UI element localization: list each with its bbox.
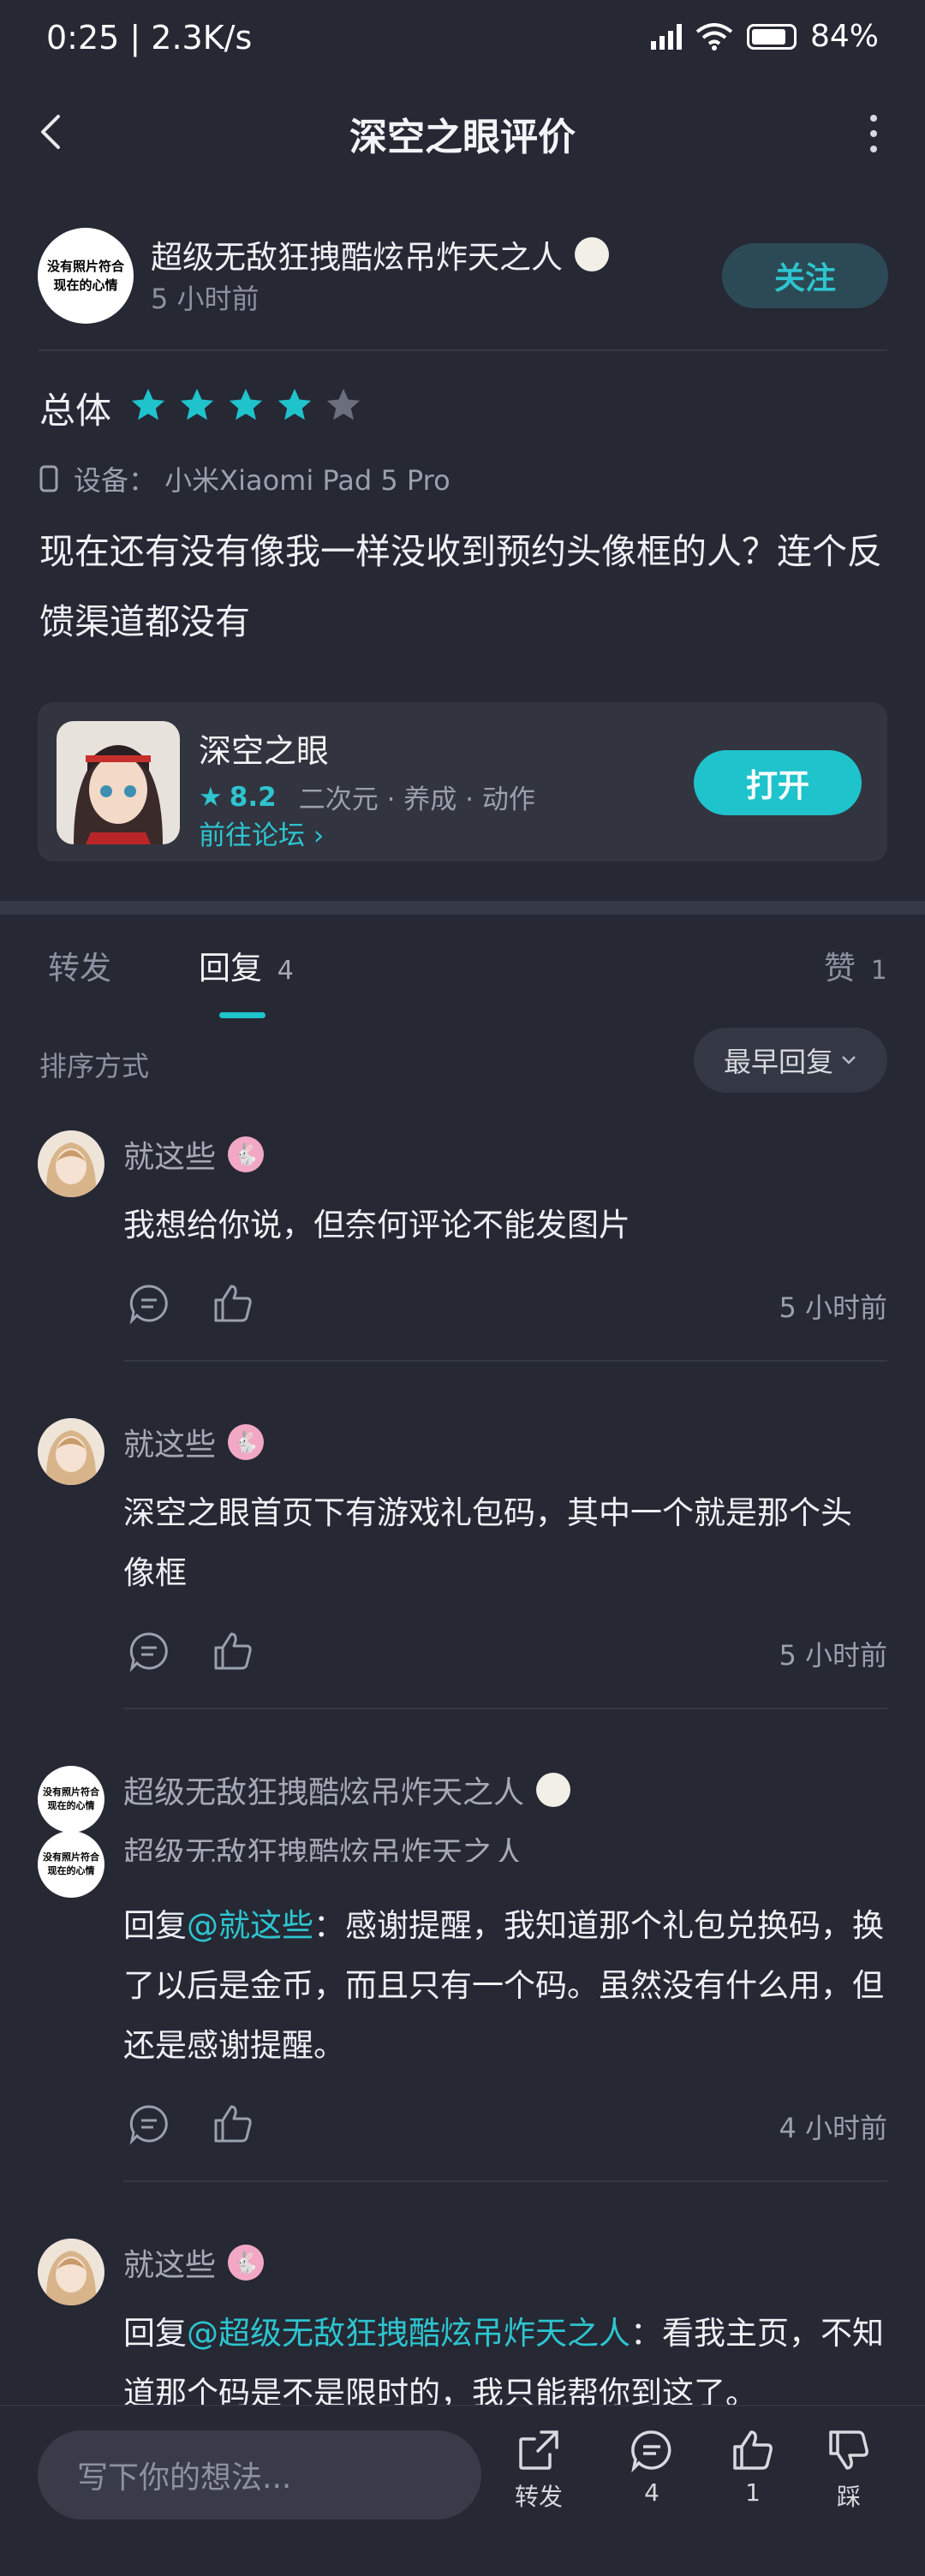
commenter-name[interactable]: 就这些 🐇 — [123, 1420, 265, 1464]
comment-time: 5 小时前 — [779, 1291, 887, 1324]
mention-link[interactable]: @超级无敌狂拽酷炫吊炸天之人 — [187, 2315, 630, 2352]
game-score: 8.2 — [229, 781, 277, 813]
wifi-icon — [695, 22, 733, 51]
user-badge-icon: 🐇 — [228, 1424, 265, 1460]
user-badge-icon — [575, 237, 609, 271]
follow-button[interactable]: 关注 — [722, 243, 888, 308]
game-name: 深空之眼 — [199, 732, 330, 770]
dislike-button[interactable]: 踩 — [802, 2427, 896, 2513]
divider — [123, 1708, 887, 1709]
status-time-speed: 0:25 | 2.3K/s — [46, 19, 253, 57]
comment-text: 我想给你说，但奈何评论不能发图片 — [123, 1207, 630, 1243]
review-text: 现在还有没有像我一样没收到预约头像框的人？连个反馈渠道都没有 — [39, 531, 882, 642]
section-divider — [0, 901, 925, 915]
battery-icon — [746, 23, 797, 50]
thumbs-down-icon — [829, 2430, 868, 2470]
game-card[interactable]: 深空之眼 ★ 8.2 二次元 · 养成 · 动作 前往论坛 › 打开 — [38, 702, 887, 862]
game-tags: 二次元 · 养成 · 动作 — [298, 784, 535, 815]
comment-actions: 5 小时前 — [127, 1279, 887, 1327]
reply-icon[interactable] — [127, 1281, 171, 1326]
repost-button[interactable]: 转发 — [492, 2427, 586, 2513]
commenter-avatar[interactable]: 没有照片符合 现在的心情 — [38, 1766, 104, 1833]
share-icon — [519, 2430, 558, 2470]
like-button[interactable]: 1 — [706, 2427, 800, 2507]
sort-label: 排序方式 — [39, 1050, 150, 1082]
comment-icon — [631, 2430, 671, 2473]
reply-icon[interactable] — [127, 2102, 171, 2146]
tab-like[interactable]: 赞 1 — [824, 942, 887, 988]
forum-link[interactable]: 前往论坛 › — [199, 814, 324, 852]
device-info: 设备： 小米Xiaomi Pad 5 Pro — [39, 459, 451, 498]
comment-time: 5 小时前 — [779, 1639, 887, 1672]
signal-icon — [650, 23, 682, 50]
thumbs-up-icon[interactable] — [211, 1281, 255, 1326]
battery-percent: 84% — [809, 19, 879, 54]
comment-text: 回复@就这些：感谢提醒，我知道那个礼包兑换码，换了以后是金币，而且只有一个码。虽… — [123, 1907, 884, 2064]
open-game-button[interactable]: 打开 — [694, 750, 862, 815]
tab-repost[interactable]: 转发 — [48, 942, 111, 988]
commenter-avatar[interactable] — [38, 1418, 104, 1485]
commenter-avatar-overlap: 没有照片符合 现在的心情 — [38, 1831, 104, 1898]
comment-actions: 5 小时前 — [127, 1627, 887, 1675]
divider — [38, 349, 887, 351]
comment-text: 回复@超级无敌狂拽酷炫吊炸天之人：看我主页，不知道那个码是不是限时的，我只能帮你… — [123, 2315, 884, 2405]
commenter-avatar[interactable] — [38, 2239, 104, 2305]
divider — [123, 2180, 887, 2182]
commenter-name[interactable]: 就这些 🐇 — [123, 1132, 265, 1177]
divider — [123, 1360, 887, 1362]
tab-active-indicator — [219, 1012, 266, 1018]
comment-time: 4 小时前 — [779, 2112, 887, 2144]
star-filled-icon — [180, 388, 214, 420]
rating-label: 总体 — [39, 390, 112, 432]
star-filled-icon — [131, 388, 165, 420]
user-badge-icon: 🐇 — [228, 2245, 265, 2281]
star-filled-icon — [278, 388, 312, 420]
game-icon[interactable] — [57, 721, 180, 844]
status-bar: 0:25 | 2.3K/s 84% — [0, 0, 925, 82]
author-post-time: 5 小时前 — [151, 283, 260, 315]
star-empty-icon — [326, 388, 361, 420]
top-bar: 深空之眼评价 — [0, 86, 925, 180]
commenter-name-overlap: 超级无敌狂拽酷炫吊炸天之人 — [123, 1836, 525, 1862]
status-icons: 84% — [650, 19, 879, 54]
star-filled-icon — [229, 388, 263, 420]
author-name[interactable]: 超级无敌狂拽酷炫吊炸天之人 — [151, 231, 609, 277]
chevron-down-icon — [842, 1056, 856, 1064]
comment-text: 深空之眼首页下有游戏礼包码，其中一个就是那个头像框 — [123, 1494, 852, 1591]
more-options-icon[interactable] — [868, 115, 879, 152]
tablet-icon — [39, 465, 58, 492]
commenter-name[interactable]: 超级无敌狂拽酷炫吊炸天之人 — [123, 1768, 571, 1812]
mention-link[interactable]: @就这些 — [187, 1907, 313, 1944]
comment-input[interactable]: 写下你的想法... — [38, 2430, 481, 2519]
commenter-avatar[interactable] — [38, 1130, 104, 1197]
commenter-name[interactable]: 就这些 🐇 — [123, 2240, 265, 2285]
page-title: 深空之眼评价 — [349, 116, 576, 159]
star-score-icon: ★ — [199, 781, 223, 813]
thumbs-up-icon — [733, 2430, 773, 2470]
thumbs-up-icon[interactable] — [211, 2102, 255, 2146]
thumbs-up-icon[interactable] — [211, 1629, 255, 1673]
user-badge-icon — [536, 1773, 571, 1807]
tab-reply[interactable]: 回复 4 — [199, 942, 294, 988]
game-meta: ★ 8.2 二次元 · 养成 · 动作 — [199, 778, 535, 816]
comment-actions: 4 小时前 — [127, 2100, 887, 2148]
bottom-bar: 写下你的想法... 转发 4 1 踩 — [0, 2405, 925, 2576]
comments-button[interactable]: 4 — [605, 2427, 699, 2507]
sort-dropdown[interactable]: 最早回复 — [694, 1028, 887, 1093]
reply-icon[interactable] — [127, 1629, 171, 1673]
author-avatar[interactable]: 没有照片符合 现在的心情 — [38, 228, 134, 324]
user-badge-icon: 🐇 — [228, 1136, 265, 1172]
